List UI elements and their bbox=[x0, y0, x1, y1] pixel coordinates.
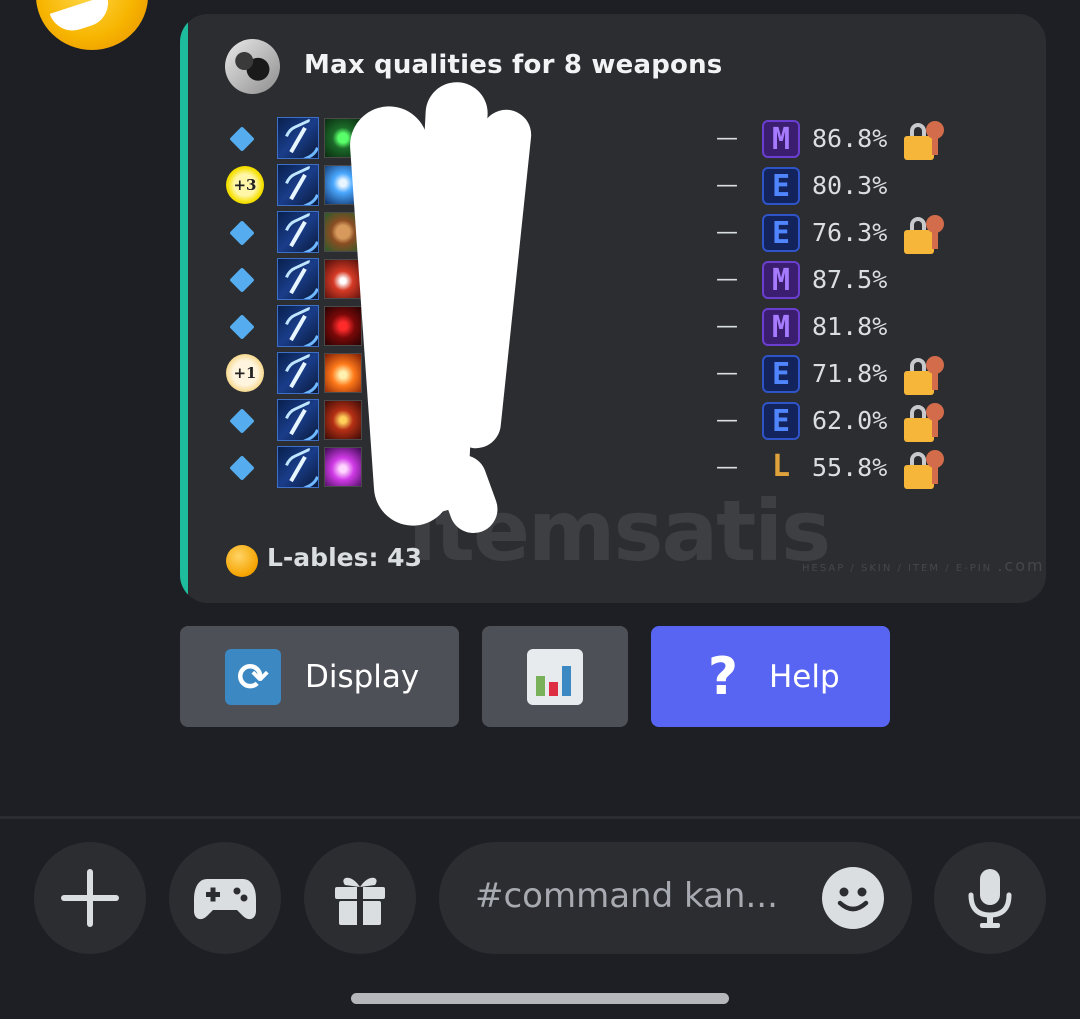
quality-percent: 87.5% bbox=[812, 265, 888, 294]
smiley-icon bbox=[837, 887, 869, 912]
tier-badge: M bbox=[762, 120, 800, 158]
watermark-subtext: HESAP / SKIN / ITEM / E-PIN .com bbox=[802, 556, 1045, 575]
diamond-icon bbox=[228, 266, 256, 294]
diamond-icon bbox=[228, 125, 256, 153]
message-input[interactable]: #command kan... bbox=[439, 842, 912, 954]
bar-chart-icon bbox=[527, 648, 583, 705]
help-button-label: Help bbox=[769, 658, 840, 695]
separator-dash: — bbox=[716, 361, 738, 386]
lock-key-icon bbox=[904, 403, 948, 443]
help-button[interactable]: ? Help bbox=[651, 626, 890, 727]
tier-badge: E bbox=[762, 355, 800, 393]
tier-badge: L bbox=[771, 449, 791, 484]
purple-hand-icon bbox=[324, 447, 362, 487]
separator-dash: — bbox=[716, 173, 738, 198]
composer-divider bbox=[0, 816, 1080, 819]
quality-percent: 62.0% bbox=[812, 406, 888, 435]
voice-message-button[interactable] bbox=[934, 842, 1046, 954]
weapon-icon bbox=[277, 211, 319, 253]
lock-key-icon bbox=[904, 121, 948, 161]
question-mark-icon: ? bbox=[707, 646, 739, 707]
message-input-placeholder: #command kan... bbox=[475, 876, 778, 916]
fire-figure-icon bbox=[324, 353, 362, 393]
embed-author-avatar bbox=[225, 39, 280, 94]
target-icon bbox=[324, 400, 362, 440]
weapon-icon bbox=[277, 117, 319, 159]
embed-accent-bar bbox=[180, 14, 188, 603]
weapon-icon bbox=[277, 258, 319, 300]
refresh-icon: ⟳ bbox=[225, 648, 281, 705]
quality-percent: 86.8% bbox=[812, 124, 888, 153]
fang-icon bbox=[324, 259, 362, 299]
tier-badge: M bbox=[762, 308, 800, 346]
gamepad-icon bbox=[194, 879, 256, 920]
bonus-badge: +1 bbox=[226, 354, 264, 392]
grin-icon bbox=[49, 0, 115, 37]
quality-percent: 76.3% bbox=[812, 218, 888, 247]
stats-button[interactable] bbox=[482, 626, 628, 727]
weapon-icon bbox=[277, 164, 319, 206]
embed-title: Max qualities for 8 weapons bbox=[304, 50, 723, 80]
lock-key-icon bbox=[904, 356, 948, 396]
diamond-icon bbox=[228, 407, 256, 435]
weapon-row: — E 62.0% bbox=[224, 399, 944, 443]
separator-dash: — bbox=[716, 220, 738, 245]
separator-dash: — bbox=[716, 408, 738, 433]
separator-dash: — bbox=[716, 455, 738, 480]
orange-circle-icon bbox=[226, 545, 258, 577]
activities-button[interactable] bbox=[169, 842, 281, 954]
tier-badge: E bbox=[762, 167, 800, 205]
gift-icon bbox=[335, 877, 385, 925]
quality-percent: 71.8% bbox=[812, 359, 888, 388]
plus-icon bbox=[61, 869, 119, 927]
diamond-icon bbox=[228, 219, 256, 247]
microphone-icon bbox=[968, 869, 1012, 928]
bonus-badge: +3 bbox=[226, 166, 264, 204]
tier-badge: E bbox=[762, 402, 800, 440]
blood-rune-icon bbox=[324, 306, 362, 346]
tier-badge: M bbox=[762, 261, 800, 299]
weapon-icon bbox=[277, 446, 319, 488]
separator-dash: — bbox=[716, 267, 738, 292]
home-indicator[interactable] bbox=[351, 993, 729, 1004]
quality-percent: 80.3% bbox=[812, 171, 888, 200]
lock-key-icon bbox=[904, 215, 948, 255]
tier-badge: E bbox=[762, 214, 800, 252]
add-attachment-button[interactable] bbox=[34, 842, 146, 954]
quality-percent: 55.8% bbox=[812, 453, 888, 482]
lock-key-icon bbox=[904, 450, 948, 490]
quality-percent: 81.8% bbox=[812, 312, 888, 341]
embed-card: Max qualities for 8 weapons — M 86.8% +3… bbox=[180, 14, 1046, 603]
weapon-row: — L 55.8% bbox=[224, 446, 944, 490]
display-button-label: Display bbox=[305, 658, 420, 695]
bot-avatar[interactable] bbox=[36, 0, 148, 50]
separator-dash: — bbox=[716, 314, 738, 339]
diamond-icon bbox=[228, 313, 256, 341]
weapon-icon bbox=[277, 305, 319, 347]
display-button[interactable]: ⟳ Display bbox=[180, 626, 459, 727]
emoji-button[interactable] bbox=[822, 867, 884, 929]
weapon-icon bbox=[277, 352, 319, 394]
weapon-icon bbox=[277, 399, 319, 441]
diamond-icon bbox=[228, 454, 256, 482]
gift-button[interactable] bbox=[304, 842, 416, 954]
embed-footer: L-ables: 43 bbox=[267, 543, 422, 572]
separator-dash: — bbox=[716, 126, 738, 151]
